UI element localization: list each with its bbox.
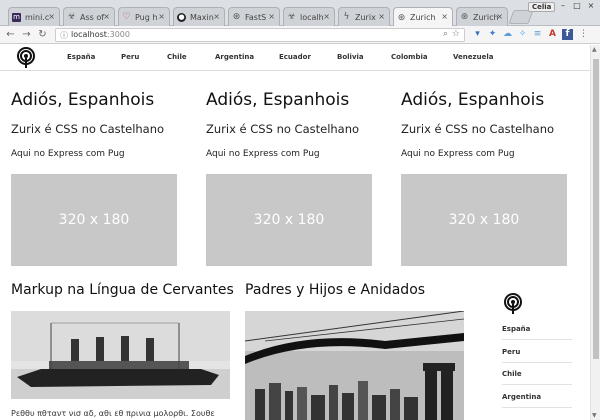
image-placeholder: 320 x 180	[401, 174, 567, 266]
new-tab-button[interactable]	[508, 10, 534, 24]
zoom-icon[interactable]: ⌕	[443, 29, 448, 39]
close-tab-icon[interactable]: ×	[48, 12, 55, 21]
nav-link-argentina[interactable]: Argentina	[215, 53, 254, 61]
close-tab-icon[interactable]: ×	[496, 12, 503, 21]
close-window-icon[interactable]: ×	[586, 1, 596, 10]
url-text: localhost:3000	[71, 30, 130, 39]
heart-icon: ♡	[122, 12, 131, 22]
column-text: Aqui no Express com Pug	[401, 149, 515, 159]
sidebar-item-argentina[interactable]: Argentina	[502, 393, 572, 408]
nav-link-peru[interactable]: Peru	[121, 53, 139, 61]
browser-tab[interactable]: ϟ Zurix ×	[338, 7, 390, 26]
globe-icon: ⊛	[460, 12, 469, 22]
m-logo-icon: m	[12, 12, 21, 22]
page-viewport: España Peru Chile Argentina Ecuador Boli…	[0, 45, 590, 420]
column-title: Adiós, Espanhois	[206, 90, 350, 110]
vertical-scrollbar[interactable]: ▲ ▼	[590, 45, 600, 420]
bridge-photo	[245, 311, 464, 420]
extension-bird-icon[interactable]: ✧	[517, 29, 528, 40]
image-placeholder: 320 x 180	[206, 174, 372, 266]
column-title: Adiós, Espanhois	[11, 90, 155, 110]
nav-link-ecuador[interactable]: Ecuador	[279, 53, 311, 61]
close-tab-icon[interactable]: ×	[378, 12, 385, 21]
github-icon: ●	[177, 12, 186, 22]
biohazard-icon: ☣	[287, 12, 296, 22]
image-placeholder: 320 x 180	[11, 174, 177, 266]
browser-tab[interactable]: ⊛ Zurich ×	[456, 7, 508, 26]
scroll-down-icon[interactable]: ▼	[592, 412, 597, 419]
close-tab-icon[interactable]: ×	[268, 12, 275, 21]
section-heading-padres: Padres y Hijos e Anidados	[245, 282, 426, 298]
extension-share-icon[interactable]: ✦	[487, 29, 498, 40]
scroll-up-icon[interactable]: ▲	[592, 46, 597, 53]
nav-link-bolivia[interactable]: Bolivia	[337, 53, 364, 61]
nav-link-chile[interactable]: Chile	[167, 53, 187, 61]
sidebar-item-peru[interactable]: Peru	[502, 348, 572, 363]
top-navigation: España Peru Chile Argentina Ecuador Boli…	[0, 45, 590, 71]
browser-tab[interactable]: ☣ Ass of ×	[63, 7, 115, 26]
nav-link-venezuela[interactable]: Venezuela	[453, 53, 493, 61]
tab-strip: m mini.c × ☣ Ass of × ♡ Pug h × ● Maxin × ⊛ FastS…	[0, 0, 600, 27]
close-tab-icon[interactable]: ×	[103, 12, 110, 21]
sidebar-item-espana[interactable]: España	[502, 325, 572, 340]
globe-icon: ⊛	[232, 12, 241, 22]
extension-a-icon[interactable]: A	[547, 29, 558, 40]
browser-tab-active[interactable]: ⊛ Zurich ×	[393, 7, 453, 27]
scrollbar-thumb[interactable]	[593, 59, 599, 359]
column-title: Adiós, Espanhois	[401, 90, 545, 110]
column-subtitle: Zurix é CSS no Castelhano	[206, 122, 360, 136]
browser-tab[interactable]: ♡ Pug h ×	[118, 7, 170, 26]
column-subtitle: Zurix é CSS no Castelhano	[11, 122, 165, 136]
close-tab-icon[interactable]: ×	[158, 12, 165, 21]
minimize-icon[interactable]: –	[558, 1, 568, 10]
titanic-ship-photo	[11, 311, 230, 399]
extension-cloud-icon[interactable]: ☁	[502, 29, 513, 40]
reload-icon[interactable]: ↻	[36, 28, 49, 41]
column-text: Aqui no Express com Pug	[11, 149, 125, 159]
close-tab-icon[interactable]: ×	[213, 12, 220, 21]
info-icon: ⓘ	[60, 31, 68, 40]
sidebar-item-chile[interactable]: Chile	[502, 370, 572, 385]
broadcast-logo-icon[interactable]	[15, 47, 37, 69]
close-tab-icon[interactable]: ×	[441, 12, 448, 21]
extension-bars-icon[interactable]: ≡	[532, 29, 543, 40]
browser-tab[interactable]: ☣ localh ×	[283, 7, 335, 26]
globe-icon: ⊛	[397, 12, 406, 23]
maximize-icon[interactable]: □	[572, 1, 582, 10]
browser-tab[interactable]: ● Maxin ×	[173, 7, 225, 26]
browser-toolbar: ← → ↻ ⓘ localhost:3000 ⌕ ☆ ▾ ✦ ☁ ✧ ≡ A f…	[0, 26, 600, 44]
address-bar[interactable]: ⓘ localhost:3000 ⌕ ☆	[55, 28, 465, 42]
photo-caption: Ρεθθυ πθταντ νισ αδ, αθι εθ πρινια μολορ…	[11, 409, 215, 418]
extension-f-icon[interactable]: f	[562, 29, 573, 40]
close-tab-icon[interactable]: ×	[323, 12, 330, 21]
browser-tab[interactable]: m mini.c ×	[8, 7, 60, 26]
section-heading-markup: Markup na Língua de Cervantes	[11, 282, 234, 298]
column-subtitle: Zurix é CSS no Castelhano	[401, 122, 555, 136]
biohazard-icon: ☣	[67, 12, 76, 22]
bookmark-star-icon[interactable]: ☆	[452, 29, 460, 39]
sidebar-logo-icon[interactable]	[502, 293, 524, 315]
browser-tab[interactable]: ⊛ FastS ×	[228, 7, 280, 26]
back-icon[interactable]: ←	[4, 28, 17, 41]
extension-v-icon[interactable]: ▾	[472, 29, 483, 40]
forward-icon[interactable]: →	[20, 28, 33, 41]
bolt-icon: ϟ	[343, 12, 350, 22]
nav-link-colombia[interactable]: Colombia	[391, 53, 428, 61]
menu-icon[interactable]: ⋮	[578, 29, 589, 40]
nav-link-espana[interactable]: España	[67, 53, 95, 61]
profile-badge[interactable]: Celia	[528, 2, 556, 12]
column-text: Aqui no Express com Pug	[206, 149, 320, 159]
